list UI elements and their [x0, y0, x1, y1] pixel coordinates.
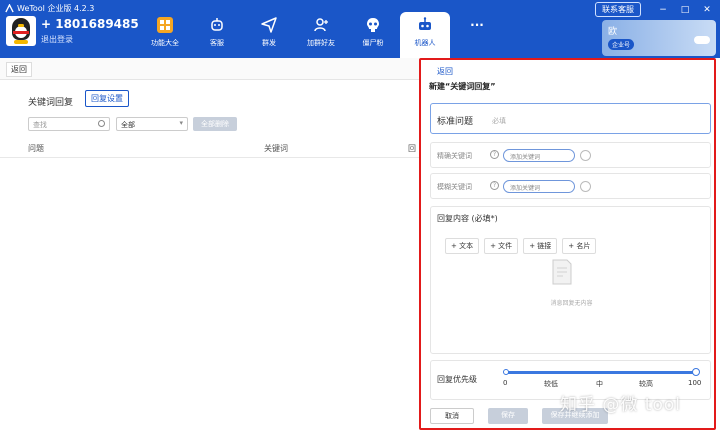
- reply-content-box: 回复内容 (必填*) + 文本 + 文件 + 链接 + 名片 消息回复无内容: [430, 206, 711, 354]
- exact-keyword-input[interactable]: 添加关键词: [503, 149, 575, 162]
- main-nav: 功能大全 客服 群发 加群好友 僵尸粉 机器人 ···: [140, 12, 504, 58]
- column-reply: 回: [408, 144, 416, 153]
- question-label: 标准问题: [437, 117, 474, 127]
- help-icon[interactable]: ?: [490, 150, 499, 159]
- paper-plane-icon: [261, 17, 277, 33]
- empty-state-text: 消息回复无内容: [550, 300, 593, 307]
- nav-item-label: 僵尸粉: [362, 39, 384, 47]
- enterprise-badge: 企业号: [608, 39, 635, 50]
- link-icon[interactable]: [580, 181, 591, 192]
- logout-link[interactable]: 退出登录: [41, 34, 139, 45]
- cloud-icon: [694, 36, 710, 44]
- question-placeholder: 必填: [492, 117, 506, 125]
- question-field[interactable]: 标准问题 必填: [430, 103, 711, 134]
- exact-keyword-label: 精确关键词: [437, 152, 472, 160]
- tab-back-button[interactable]: 返回: [6, 62, 32, 77]
- help-icon[interactable]: ?: [490, 181, 499, 190]
- user-profile[interactable]: + 1801689485 退出登录: [6, 16, 139, 46]
- add-link-button[interactable]: + 链接: [523, 238, 558, 254]
- keyword-reply-panel: 关键词回复 回复设置 查找 全部 ▾ 全部删除 问题 关键词 回: [0, 80, 420, 433]
- drawer-title: 新建“关键词回复”: [429, 82, 496, 91]
- priority-label: 回复优先级: [437, 375, 477, 384]
- table-header: 问题 关键词 回: [0, 138, 420, 158]
- contact-support-button[interactable]: 联系客服: [595, 2, 641, 17]
- category-select[interactable]: 全部 ▾: [116, 117, 188, 131]
- fuzzy-keyword-label: 模糊关键词: [437, 183, 472, 191]
- account-card[interactable]: 欧 企业号: [602, 20, 716, 56]
- nav-item-label: 群发: [262, 39, 276, 47]
- empty-document-icon: [552, 259, 572, 285]
- search-icon: [98, 120, 105, 127]
- window-title: WeTool 企业版 4.2.3: [17, 3, 95, 13]
- exact-keyword-row: 精确关键词 ? 添加关键词: [430, 142, 711, 168]
- avatar[interactable]: [6, 16, 36, 46]
- watermark: 知乎 @微 tool: [560, 395, 681, 415]
- link-icon[interactable]: [580, 150, 591, 161]
- delete-all-button[interactable]: 全部删除: [193, 117, 237, 131]
- nav-item-add-friends[interactable]: 加群好友: [296, 12, 346, 54]
- search-placeholder: 查找: [33, 121, 47, 129]
- add-friend-icon: [314, 18, 328, 32]
- save-button[interactable]: 保存: [488, 408, 528, 424]
- nav-item-features[interactable]: 功能大全: [140, 12, 190, 54]
- app-logo-icon: [5, 3, 14, 12]
- nav-item-label: 机器人: [414, 39, 436, 47]
- tab-bar: 返回: [0, 58, 420, 80]
- nav-item-label: 加群好友: [307, 39, 335, 47]
- robot-icon: [419, 17, 431, 30]
- fuzzy-keyword-input[interactable]: 添加关键词: [503, 180, 575, 193]
- drawer-back-link[interactable]: 返回: [437, 66, 453, 77]
- account-name: 欧: [608, 27, 618, 37]
- add-card-button[interactable]: + 名片: [562, 238, 597, 254]
- column-keyword: 关键词: [264, 144, 288, 153]
- tick-label: 中: [596, 380, 603, 388]
- close-icon[interactable]: ✕: [699, 5, 715, 15]
- user-phone: + 1801689485: [41, 17, 139, 31]
- nav-item-robot[interactable]: 机器人: [400, 12, 450, 58]
- select-value: 全部: [121, 121, 135, 129]
- priority-slider-track[interactable]: [505, 371, 695, 374]
- tick-label: 100: [688, 379, 702, 387]
- add-file-button[interactable]: + 文件: [484, 238, 519, 254]
- chevron-down-icon: ▾: [179, 119, 183, 127]
- nav-item-label: 客服: [210, 39, 224, 47]
- grid-icon: [157, 17, 173, 33]
- nav-item-broadcast[interactable]: 群发: [244, 12, 294, 54]
- reply-content-title: 回复内容 (必填*): [437, 214, 498, 223]
- window-controls: 联系客服 − □ ✕: [595, 2, 715, 17]
- column-question: 问题: [28, 144, 44, 153]
- add-content-buttons: + 文本 + 文件 + 链接 + 名片: [445, 238, 601, 254]
- minimize-icon[interactable]: −: [655, 5, 671, 15]
- add-text-button[interactable]: + 文本: [445, 238, 480, 254]
- new-keyword-reply-drawer: 返回 新建“关键词回复” 标准问题 必填 精确关键词 ? 添加关键词 模糊关键词…: [419, 58, 716, 430]
- reply-settings-button[interactable]: 回复设置: [85, 90, 129, 107]
- priority-slider-thumb[interactable]: [692, 368, 700, 376]
- more-icon: ···: [470, 18, 484, 32]
- search-input[interactable]: 查找: [28, 117, 110, 131]
- page-title: 关键词回复: [28, 98, 74, 108]
- nav-item-more[interactable]: ···: [452, 12, 502, 54]
- title-bar: WeTool 企业版 4.2.3: [5, 2, 94, 14]
- fuzzy-keyword-row: 模糊关键词 ? 添加关键词: [430, 173, 711, 199]
- slider-start-dot: [503, 369, 509, 375]
- tick-label: 较高: [639, 380, 653, 388]
- nav-item-label: 功能大全: [151, 39, 179, 47]
- tick-label: 0: [503, 379, 508, 387]
- nav-item-zombie-fans[interactable]: 僵尸粉: [348, 12, 398, 54]
- robot-customer-service-icon: [211, 18, 223, 31]
- maximize-icon[interactable]: □: [677, 5, 693, 15]
- tick-label: 较低: [544, 380, 558, 388]
- top-header: WeTool 企业版 4.2.3 + 1801689485 退出登录 功能大全 …: [0, 0, 720, 58]
- nav-item-customer-service[interactable]: 客服: [192, 12, 242, 54]
- cancel-button[interactable]: 取消: [430, 408, 474, 424]
- skull-icon: [367, 18, 379, 32]
